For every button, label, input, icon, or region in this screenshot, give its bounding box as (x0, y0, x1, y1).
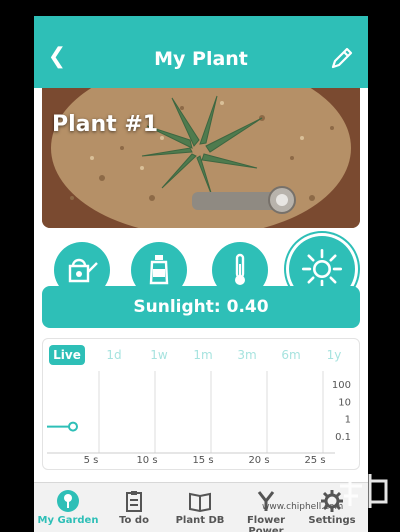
thermometer-icon (235, 253, 245, 285)
x-tick-label: 20 s (248, 455, 269, 466)
x-tick-label: 5 s (84, 455, 99, 466)
top-bar: ❮ My Plant (34, 16, 368, 88)
tab-3m[interactable]: 3m (231, 345, 263, 365)
nav-my-garden[interactable]: My Garden (34, 483, 102, 532)
nav-to-do[interactable]: To do (100, 483, 168, 532)
tab-live[interactable]: Live (49, 345, 85, 365)
y-tick-label: 10 (338, 397, 351, 408)
plant-photo (42, 88, 360, 228)
sunlight-chart: 5 s 10 s 15 s 20 s 25 s 100 10 1 0.1 (47, 371, 351, 466)
y-tick-label: 0.1 (335, 432, 351, 443)
fertilizer-bottle-icon (149, 255, 169, 285)
app-screen: ❮ My Plant Plant #1 Sunlight: 0.40 Live … (34, 16, 368, 532)
nav-label: Flower Power (246, 515, 286, 532)
nav-label: Plant DB (175, 515, 225, 526)
x-tick-label: 25 s (304, 455, 325, 466)
watering-can-icon (68, 258, 98, 283)
plant-name: Plant #1 (52, 112, 159, 137)
back-chevron-icon[interactable]: ❮ (42, 42, 72, 72)
sunlight-data-point (68, 421, 78, 432)
y-tick-label: 1 (345, 415, 351, 426)
tab-6m[interactable]: 6m (275, 345, 307, 365)
watermark-text: www.chiphell.com (262, 502, 344, 512)
clipboard-icon (126, 491, 142, 512)
nav-label: My Garden (37, 515, 99, 526)
tab-1w[interactable]: 1w (143, 345, 175, 365)
tab-1d[interactable]: 1d (99, 345, 129, 365)
x-tick-label: 15 s (192, 455, 213, 466)
sensor-graph: Live 1d 1w 1m 3m 6m 1y 5 s 10 s 15 s 20 s 25… (42, 338, 360, 470)
sun-icon (301, 248, 343, 290)
x-tick-label: 10 s (136, 455, 157, 466)
nav-plant-db[interactable]: Plant DB (166, 483, 234, 532)
page-title: My Plant (154, 48, 248, 70)
tab-1m[interactable]: 1m (187, 345, 219, 365)
nav-label: To do (119, 515, 149, 526)
tab-1y[interactable]: 1y (319, 345, 349, 365)
book-icon (189, 492, 211, 513)
chiphell-watermark-logo (340, 474, 388, 508)
pencil-icon[interactable] (328, 44, 356, 72)
selected-pointer (313, 300, 331, 309)
y-tick-label: 100 (332, 380, 351, 391)
flower-icon (57, 490, 79, 512)
